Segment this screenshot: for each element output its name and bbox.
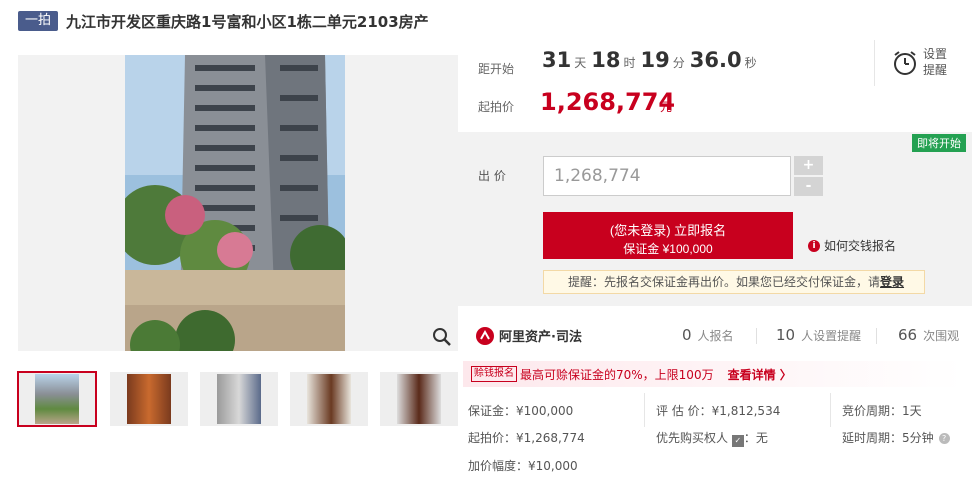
countdown-hours-unit: 时 (623, 56, 636, 70)
increase-bid-button[interactable]: + (794, 156, 823, 175)
registered-count: 0 (682, 326, 692, 344)
certified-icon: ✓ (731, 435, 744, 447)
increment-info: 加价幅度：¥10,000 (468, 459, 578, 473)
start-price-label: 起拍价 (478, 100, 515, 114)
thumbnail-2[interactable] (110, 372, 188, 426)
thumbnail-strip (17, 371, 458, 428)
countdown-timer: 31 天 18 时 19 分 36.0 秒 (542, 48, 762, 72)
registered-label: 人报名 (697, 329, 734, 343)
thumbnail-4[interactable] (290, 372, 368, 426)
notice-text: 提醒：先报名交保证金再出价。如果您已经交付保证金，请 (568, 275, 881, 289)
thumbnail-5[interactable] (380, 372, 458, 426)
login-notice: 提醒：先报名交保证金再出价。如果您已经交付保证金，请登录 (543, 270, 925, 294)
registered-stat: 0 人报名 (682, 326, 734, 344)
countdown-minutes-unit: 分 (672, 56, 685, 70)
auction-cycle-info: 竞价周期：1天 (842, 404, 922, 418)
thumbnail-1[interactable] (17, 371, 97, 427)
main-photo-viewer[interactable] (18, 55, 458, 351)
ali-logo-icon (476, 326, 494, 345)
countdown-label: 距开始 (478, 62, 515, 76)
countdown-days-unit: 天 (574, 56, 587, 70)
start-price-info: 起拍价：¥1,268,774 (468, 431, 585, 445)
countdown-days: 31 (542, 48, 572, 72)
promo-text: 最高可赊保证金的70%，上限100万 (520, 367, 714, 382)
appraisal-info: 评 估 价：¥1,812,534 (656, 404, 781, 418)
start-price-value: 1,268,774 (540, 88, 676, 116)
decrease-bid-button[interactable]: - (794, 177, 823, 196)
reminder-count: 10 (776, 326, 796, 344)
bid-amount-input[interactable]: 1,268,774 (543, 156, 791, 196)
divider (830, 393, 831, 427)
signup-button[interactable]: (您未登录) 立即报名 保证金 ¥100,000 (543, 212, 793, 259)
stats-row: 阿里资产·司法 0 人报名 10 人设置提醒 66 次围观 (458, 318, 972, 354)
thumbnail-3[interactable] (200, 372, 278, 426)
delay-cycle-text: 延时周期：5分钟 (842, 431, 934, 445)
signup-button-label: (您未登录) 立即报名 (609, 222, 727, 238)
credit-tag: 赊钱报名 (471, 366, 517, 382)
brand-name: 阿里资产·司法 (499, 330, 582, 345)
alarm-clock-icon (894, 51, 916, 75)
how-to-pay-label: 如何交钱报名 (824, 239, 897, 253)
delay-cycle-info: 延时周期：5分钟? (842, 429, 950, 446)
priority-buyer-label: 优先购买权人 (656, 431, 729, 445)
view-details-link[interactable]: 查看详情 〉 (728, 366, 792, 383)
help-icon[interactable]: ? (938, 433, 950, 444)
bid-panel: 即将开始 出 价 1,268,774 + - (您未登录) 立即报名 保证金 ¥… (458, 132, 972, 306)
priority-buyer-info: 优先购买权人 ✓ ：无 (656, 429, 768, 447)
building-photo (125, 55, 345, 351)
login-link[interactable]: 登录 (880, 275, 904, 289)
views-stat: 66 次围观 (898, 326, 959, 344)
views-label: 次围观 (923, 329, 960, 343)
status-badge: 即将开始 (912, 134, 966, 152)
info-icon: i (808, 239, 820, 252)
deposit-info: 保证金：¥100,000 (468, 404, 574, 418)
how-to-pay-link[interactable]: i 如何交钱报名 (808, 237, 896, 254)
start-price-unit: 元 (660, 100, 673, 114)
zoom-icon[interactable] (432, 327, 452, 347)
reminder-stat: 10 人设置提醒 (776, 326, 861, 344)
credit-promo-banner: 赊钱报名 最高可赊保证金的70%，上限100万 查看详情 〉 (463, 361, 963, 387)
signup-deposit-label: 保证金 ¥100,000 (623, 241, 713, 256)
countdown-seconds-unit: 秒 (744, 56, 757, 70)
divider (876, 328, 877, 344)
reminder-stat-label: 人设置提醒 (801, 329, 862, 343)
reminder-label: 设置提醒 (923, 47, 948, 77)
views-count: 66 (898, 326, 918, 344)
set-reminder-button[interactable]: 设置提醒 (874, 40, 972, 86)
countdown-minutes: 19 (640, 48, 670, 72)
auction-round-badge: 一拍 (18, 11, 59, 31)
title-row: 一拍 九江市开发区重庆路1号富和小区1栋二单元2103房产 (18, 10, 429, 32)
divider (756, 328, 757, 344)
page-title: 九江市开发区重庆路1号富和小区1栋二单元2103房产 (66, 12, 429, 31)
countdown-seconds: 36.0 (689, 48, 742, 72)
bid-label: 出 价 (478, 169, 506, 183)
countdown-hours: 18 (591, 48, 621, 72)
priority-buyer-value: ：无 (743, 431, 768, 445)
divider (644, 393, 645, 427)
ali-assets-logo: 阿里资产·司法 (476, 326, 582, 345)
